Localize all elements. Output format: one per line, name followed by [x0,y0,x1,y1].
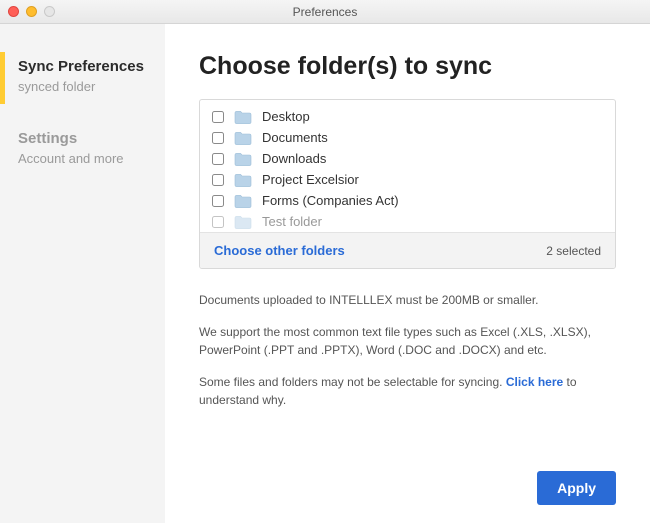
folder-row[interactable]: Test folder [200,211,615,232]
selected-count: 2 selected [546,244,601,258]
sidebar-item-title: Sync Preferences [18,58,151,77]
folder-icon [234,152,252,166]
folder-icon [234,131,252,145]
info-file-types: We support the most common text file typ… [199,323,616,359]
info-text: Documents uploaded to INTELLLEX must be … [199,291,616,423]
info-not-selectable: Some files and folders may not be select… [199,373,616,409]
window-body: Sync Preferences synced folder Settings … [0,24,650,523]
folder-row[interactable]: Forms (Companies Act) [200,190,615,211]
choose-other-folders-link[interactable]: Choose other folders [214,243,345,258]
sidebar-item-settings[interactable]: Settings Account and more [0,124,165,176]
folder-name: Documents [262,130,328,145]
preferences-window: Preferences Sync Preferences synced fold… [0,0,650,523]
folder-row[interactable]: Project Excelsior [200,169,615,190]
checkbox[interactable] [212,111,224,123]
folder-name: Downloads [262,151,326,166]
folder-name: Project Excelsior [262,172,359,187]
folder-row[interactable]: Desktop [200,106,615,127]
folder-icon [234,173,252,187]
sidebar-item-title: Settings [18,130,151,149]
sidebar-item-subtitle: synced folder [18,79,151,94]
folder-icon [234,215,252,229]
folder-name: Test folder [262,214,322,229]
zoom-window-button[interactable] [44,6,55,17]
titlebar: Preferences [0,0,650,24]
page-heading: Choose folder(s) to sync [199,52,616,81]
window-controls [8,6,55,17]
checkbox[interactable] [212,216,224,228]
checkbox[interactable] [212,153,224,165]
info-size-limit: Documents uploaded to INTELLLEX must be … [199,291,616,309]
close-window-button[interactable] [8,6,19,17]
folder-icon [234,110,252,124]
folder-name: Forms (Companies Act) [262,193,399,208]
sidebar-item-sync-preferences[interactable]: Sync Preferences synced folder [0,52,165,104]
sidebar: Sync Preferences synced folder Settings … [0,24,165,523]
action-bar: Apply [199,461,616,505]
folder-list: Desktop Documents Down [200,100,615,232]
info-text-fragment: Some files and folders may not be select… [199,375,506,389]
folder-picker-footer: Choose other folders 2 selected [200,232,615,268]
folder-row[interactable]: Downloads [200,148,615,169]
folder-picker: Desktop Documents Down [199,99,616,269]
learn-more-link[interactable]: Click here [506,375,563,389]
folder-row[interactable]: Documents [200,127,615,148]
folder-name: Desktop [262,109,310,124]
checkbox[interactable] [212,174,224,186]
checkbox[interactable] [212,195,224,207]
checkbox[interactable] [212,132,224,144]
folder-icon [234,194,252,208]
window-title: Preferences [0,5,650,19]
sidebar-item-subtitle: Account and more [18,151,151,166]
apply-button[interactable]: Apply [537,471,616,505]
main-panel: Choose folder(s) to sync Desktop [165,24,650,523]
minimize-window-button[interactable] [26,6,37,17]
